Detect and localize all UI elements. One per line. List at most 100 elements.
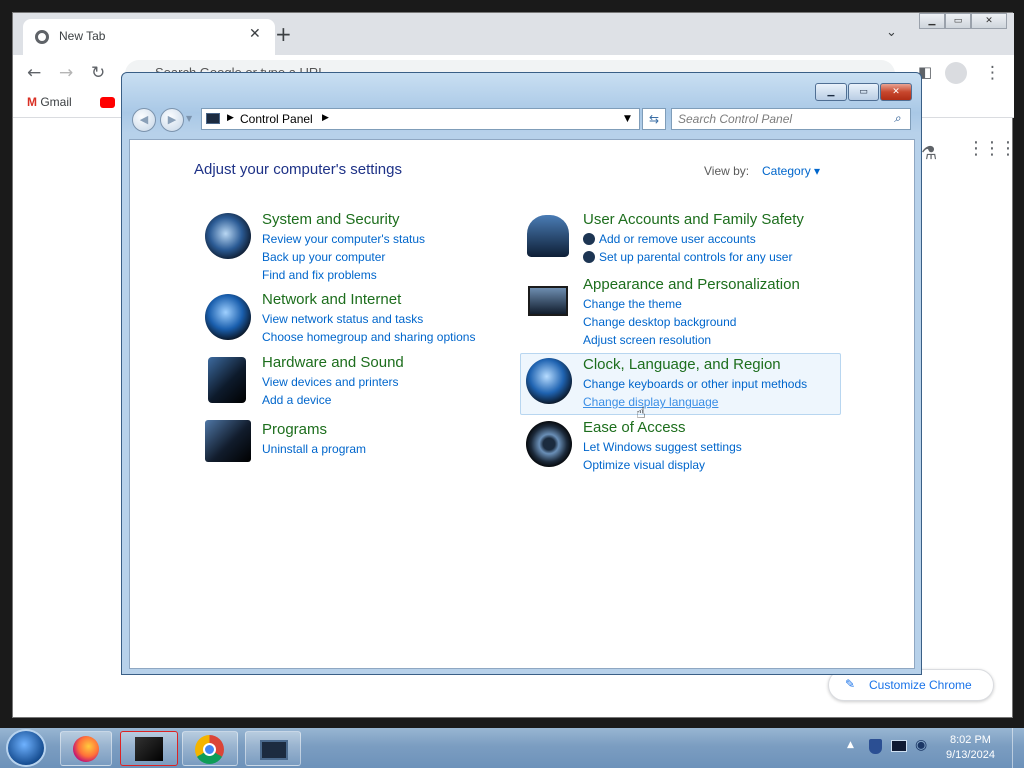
taskbar-chrome[interactable] — [182, 731, 238, 766]
firefox-icon — [73, 736, 99, 762]
link-suggest-settings[interactable]: Let Windows suggest settings — [583, 440, 742, 454]
hand-cursor-icon: ☝ — [636, 403, 646, 422]
start-button[interactable] — [6, 729, 46, 767]
chrome-close-button[interactable]: ✕ — [971, 13, 1007, 29]
show-hidden-icons-icon[interactable]: ▲ — [847, 740, 854, 750]
category-heading[interactable]: Clock, Language, and Region — [583, 356, 807, 373]
chrome-menu-icon[interactable]: ⋮ — [984, 63, 1001, 83]
category-heading[interactable]: Hardware and Sound — [262, 354, 404, 371]
system-clock[interactable]: 8:02 PM 9/13/2024 — [946, 733, 995, 763]
search-icon[interactable]: ⌕ — [894, 111, 901, 126]
recent-pages-icon[interactable]: ▼ — [186, 114, 192, 123]
chrome-icon — [195, 735, 224, 764]
category-heading[interactable]: Programs — [262, 421, 366, 438]
tab-close-icon[interactable]: ✕ — [249, 26, 261, 42]
pencil-icon: ✎ — [845, 677, 856, 691]
chrome-favicon-icon — [35, 30, 49, 44]
google-apps-icon[interactable]: ⋮⋮⋮ — [967, 140, 1017, 158]
link-fix-problems[interactable]: Find and fix problems — [262, 268, 425, 282]
bookmark-gmail[interactable]: M Gmail — [27, 95, 72, 109]
link-display-language[interactable]: Change display language — [583, 395, 807, 409]
category-clock-region: Clock, Language, and Region Change keybo… — [583, 356, 807, 409]
action-center-icon[interactable] — [869, 739, 882, 754]
back-icon[interactable]: ← — [27, 63, 41, 83]
reload-icon[interactable]: ↻ — [91, 63, 105, 83]
new-tab-button[interactable]: + — [275, 24, 292, 44]
programs-icon[interactable] — [205, 420, 251, 462]
back-button[interactable]: ◀ — [132, 108, 156, 132]
control-panel-app-icon — [135, 737, 163, 761]
link-backup[interactable]: Back up your computer — [262, 250, 425, 264]
ease-of-access-icon[interactable] — [526, 421, 572, 467]
taskbar-firefox[interactable] — [60, 731, 112, 766]
user-accounts-icon[interactable] — [527, 215, 569, 257]
breadcrumb-arrow-icon[interactable]: ▶ — [227, 113, 234, 123]
category-user-accounts: User Accounts and Family Safety Add or r… — [583, 211, 804, 264]
link-review-status[interactable]: Review your computer's status — [262, 232, 425, 246]
chrome-tab-strip: New Tab ✕ + ⌄ ▁ ▭ ✕ — [13, 13, 1014, 55]
address-dropdown-icon[interactable]: ▼ — [624, 114, 631, 124]
link-add-remove-users[interactable]: Add or remove user accounts — [583, 232, 804, 246]
cp-close-button[interactable]: ✕ — [880, 83, 912, 101]
link-devices-printers[interactable]: View devices and printers — [262, 375, 404, 389]
category-hardware-sound: Hardware and Sound View devices and prin… — [262, 354, 404, 407]
breadcrumb-arrow-icon[interactable]: ▶ — [322, 113, 329, 123]
tab-search-icon[interactable]: ⌄ — [886, 25, 897, 40]
link-screen-resolution[interactable]: Adjust screen resolution — [583, 333, 800, 347]
gmail-icon: M — [27, 95, 37, 109]
appearance-icon[interactable] — [528, 286, 568, 316]
category-network-internet: Network and Internet View network status… — [262, 291, 475, 344]
search-placeholder: Search Control Panel — [678, 112, 793, 126]
refresh-button[interactable]: ⇆ — [642, 108, 666, 130]
link-add-device[interactable]: Add a device — [262, 393, 404, 407]
link-desktop-background[interactable]: Change desktop background — [583, 315, 800, 329]
shield-icon — [583, 233, 595, 245]
forward-button[interactable]: ▶ — [160, 108, 184, 132]
link-network-status[interactable]: View network status and tasks — [262, 312, 475, 326]
view-by-dropdown[interactable]: Category ▾ — [762, 164, 820, 178]
taskbar-control-panel-window[interactable] — [245, 731, 301, 766]
forward-icon[interactable]: → — [59, 63, 73, 83]
link-change-keyboards[interactable]: Change keyboards or other input methods — [583, 377, 807, 391]
category-heading[interactable]: Network and Internet — [262, 291, 475, 308]
tab-new-tab[interactable]: New Tab ✕ — [23, 19, 275, 55]
labs-flask-icon[interactable]: ⚗ — [921, 143, 937, 164]
clock-time: 8:02 PM — [949, 734, 991, 746]
taskbar-control-panel[interactable] — [120, 731, 178, 766]
cp-minimize-button[interactable]: ▁ — [815, 83, 847, 101]
youtube-icon[interactable] — [100, 97, 115, 108]
control-panel-window: ▁ ▭ ✕ ◀ ▶ ▼ ▶ Control Panel ▶ ▼ ⇆ Search… — [121, 72, 922, 675]
link-optimize-display[interactable]: Optimize visual display — [583, 458, 742, 472]
link-uninstall[interactable]: Uninstall a program — [262, 442, 366, 456]
monitor-icon — [260, 740, 288, 760]
taskbar: ▲ ◉ 8:02 PM 9/13/2024 — [0, 728, 1024, 768]
profile-avatar[interactable] — [945, 62, 967, 84]
hardware-sound-icon[interactable] — [208, 357, 246, 403]
network-internet-icon[interactable] — [205, 294, 251, 340]
category-heading[interactable]: User Accounts and Family Safety — [583, 211, 804, 228]
address-bar[interactable]: ▶ Control Panel ▶ ▼ — [201, 108, 640, 130]
network-icon[interactable] — [891, 740, 907, 752]
link-homegroup[interactable]: Choose homegroup and sharing options — [262, 330, 475, 344]
cp-maximize-button[interactable]: ▭ — [848, 83, 879, 101]
category-system-security: System and Security Review your computer… — [262, 211, 425, 282]
breadcrumb[interactable]: Control Panel — [240, 112, 313, 126]
link-parental-controls[interactable]: Set up parental controls for any user — [583, 250, 804, 264]
link-change-theme[interactable]: Change the theme — [583, 297, 800, 311]
chrome-minimize-button[interactable]: ▁ — [919, 13, 945, 29]
shield-icon — [583, 251, 595, 263]
category-heading[interactable]: Appearance and Personalization — [583, 276, 800, 293]
category-programs: Programs Uninstall a program — [262, 421, 366, 456]
system-security-icon[interactable] — [205, 213, 251, 259]
tab-title: New Tab — [59, 29, 106, 43]
show-desktop-button[interactable] — [1012, 728, 1024, 768]
control-panel-icon — [206, 113, 220, 124]
category-ease-of-access: Ease of Access Let Windows suggest setti… — [583, 419, 742, 472]
volume-icon[interactable]: ◉ — [915, 737, 927, 753]
clock-region-icon[interactable] — [526, 358, 572, 404]
category-heading[interactable]: System and Security — [262, 211, 425, 228]
page-title: Adjust your computer's settings — [194, 161, 402, 178]
category-heading[interactable]: Ease of Access — [583, 419, 742, 436]
chrome-maximize-button[interactable]: ▭ — [945, 13, 971, 29]
search-input[interactable]: Search Control Panel ⌕ — [671, 108, 911, 130]
